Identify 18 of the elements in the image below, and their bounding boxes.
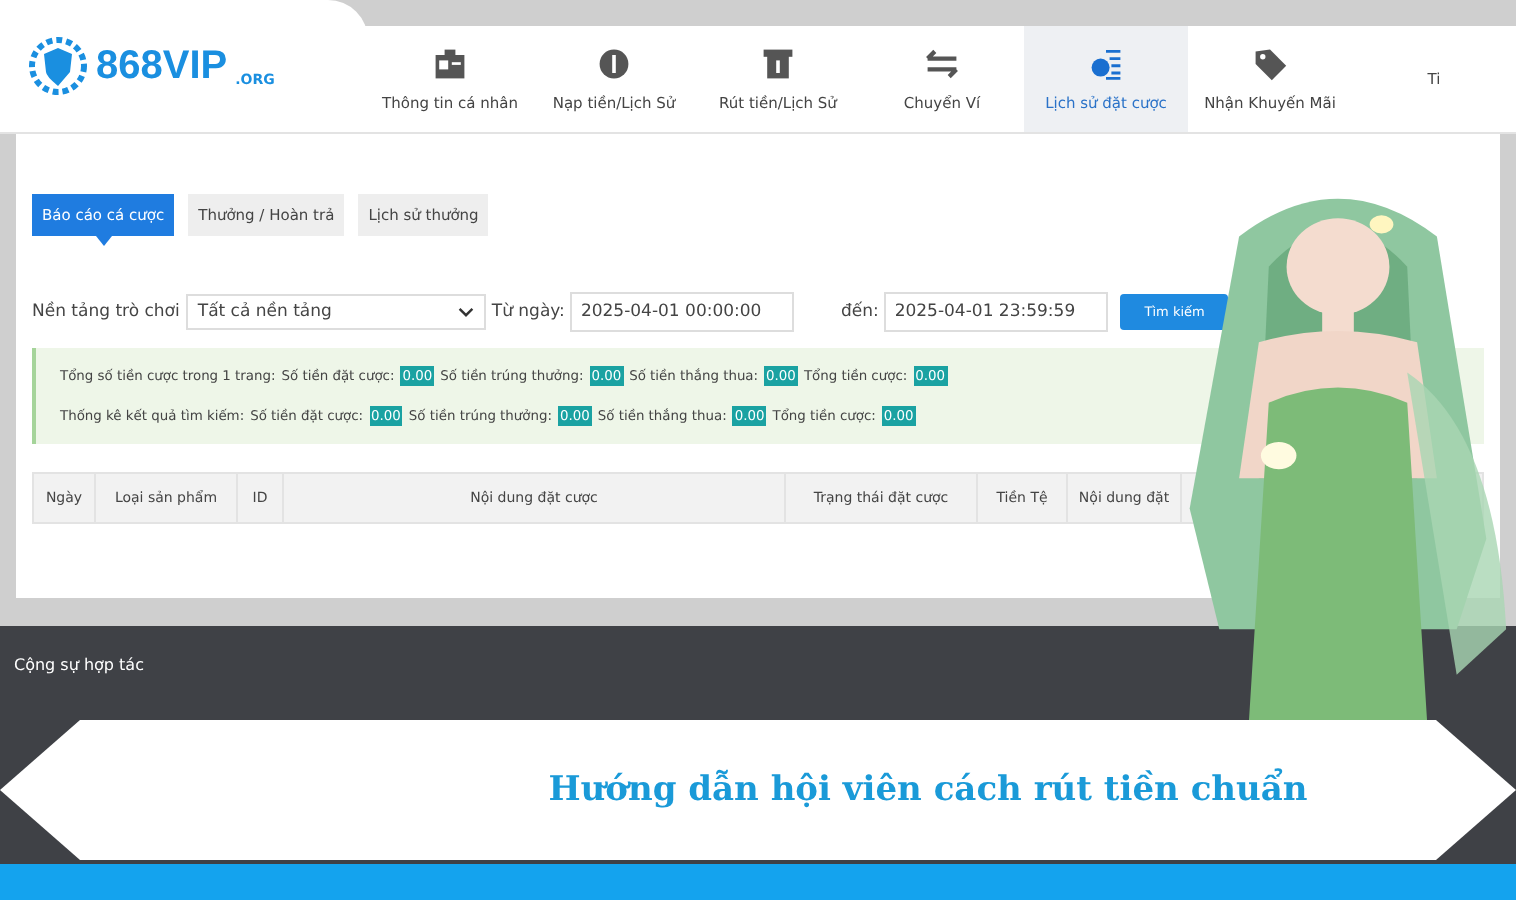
logo-text: 868VIP [96,43,228,89]
coin-icon [596,46,632,82]
to-date-label: đến: [840,302,879,322]
chevron-down-icon [457,306,474,318]
id-card-icon [432,46,468,82]
to-date-field[interactable]: 2025-04-01 23:59:59 [884,292,1109,332]
pointer-icon [95,236,112,246]
swap-arrows-icon [924,46,960,82]
platform-label: Nền tảng trò chơi [32,302,180,322]
banner-title: Hướng dẫn hội viên cách rút tiền chuẩn [548,770,1308,810]
platform-select[interactable]: Tất cả nền tảng [185,294,486,330]
partners-title: Cộng sự hợp tác [14,656,144,674]
shield-logo-icon [28,36,88,96]
coin-list-icon [1088,46,1124,82]
from-date-label: Từ ngày: [491,302,565,322]
from-date-field[interactable]: 2025-04-01 00:00:00 [570,292,795,332]
tag-icon [1252,46,1288,82]
atm-icon [760,46,796,82]
